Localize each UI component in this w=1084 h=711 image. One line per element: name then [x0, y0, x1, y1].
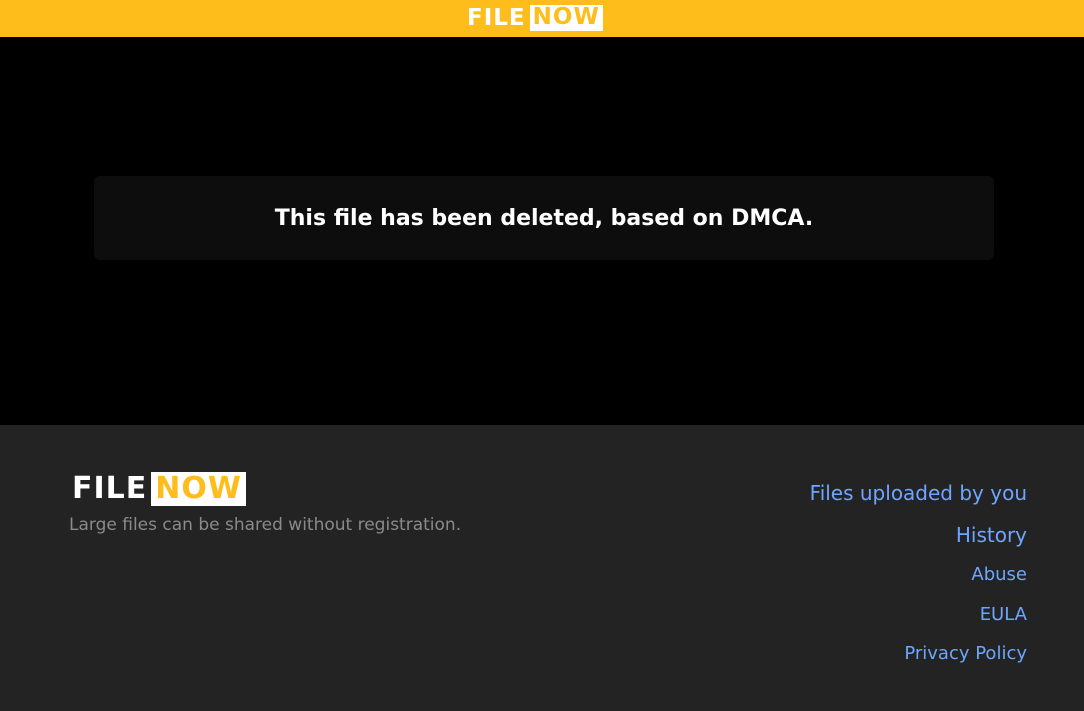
privacy-policy-link[interactable]: Privacy Policy: [904, 643, 1027, 664]
header-logo[interactable]: FILE NOW: [467, 4, 603, 32]
abuse-link[interactable]: Abuse: [971, 564, 1027, 585]
top-bar: FILE NOW: [0, 0, 1084, 37]
footer-tagline: Large files can be shared without regist…: [69, 515, 462, 535]
deleted-notice-message: This file has been deleted, based on DMC…: [274, 205, 814, 231]
footer-logo-file-text: FILE: [72, 471, 148, 506]
files-uploaded-by-you-link[interactable]: Files uploaded by you: [810, 481, 1027, 505]
footer-logo[interactable]: FILE NOW: [72, 471, 246, 507]
history-link[interactable]: History: [956, 523, 1027, 547]
header-logo-now-text: NOW: [529, 5, 603, 31]
deleted-notice-box: This file has been deleted, based on DMC…: [94, 176, 994, 260]
header-logo-file-text: FILE: [467, 4, 526, 31]
eula-link[interactable]: EULA: [980, 604, 1027, 625]
footer-logo-now-text: NOW: [151, 472, 246, 506]
main-content: This file has been deleted, based on DMC…: [0, 37, 1084, 425]
footer: FILE NOW Large files can be shared witho…: [0, 425, 1084, 711]
